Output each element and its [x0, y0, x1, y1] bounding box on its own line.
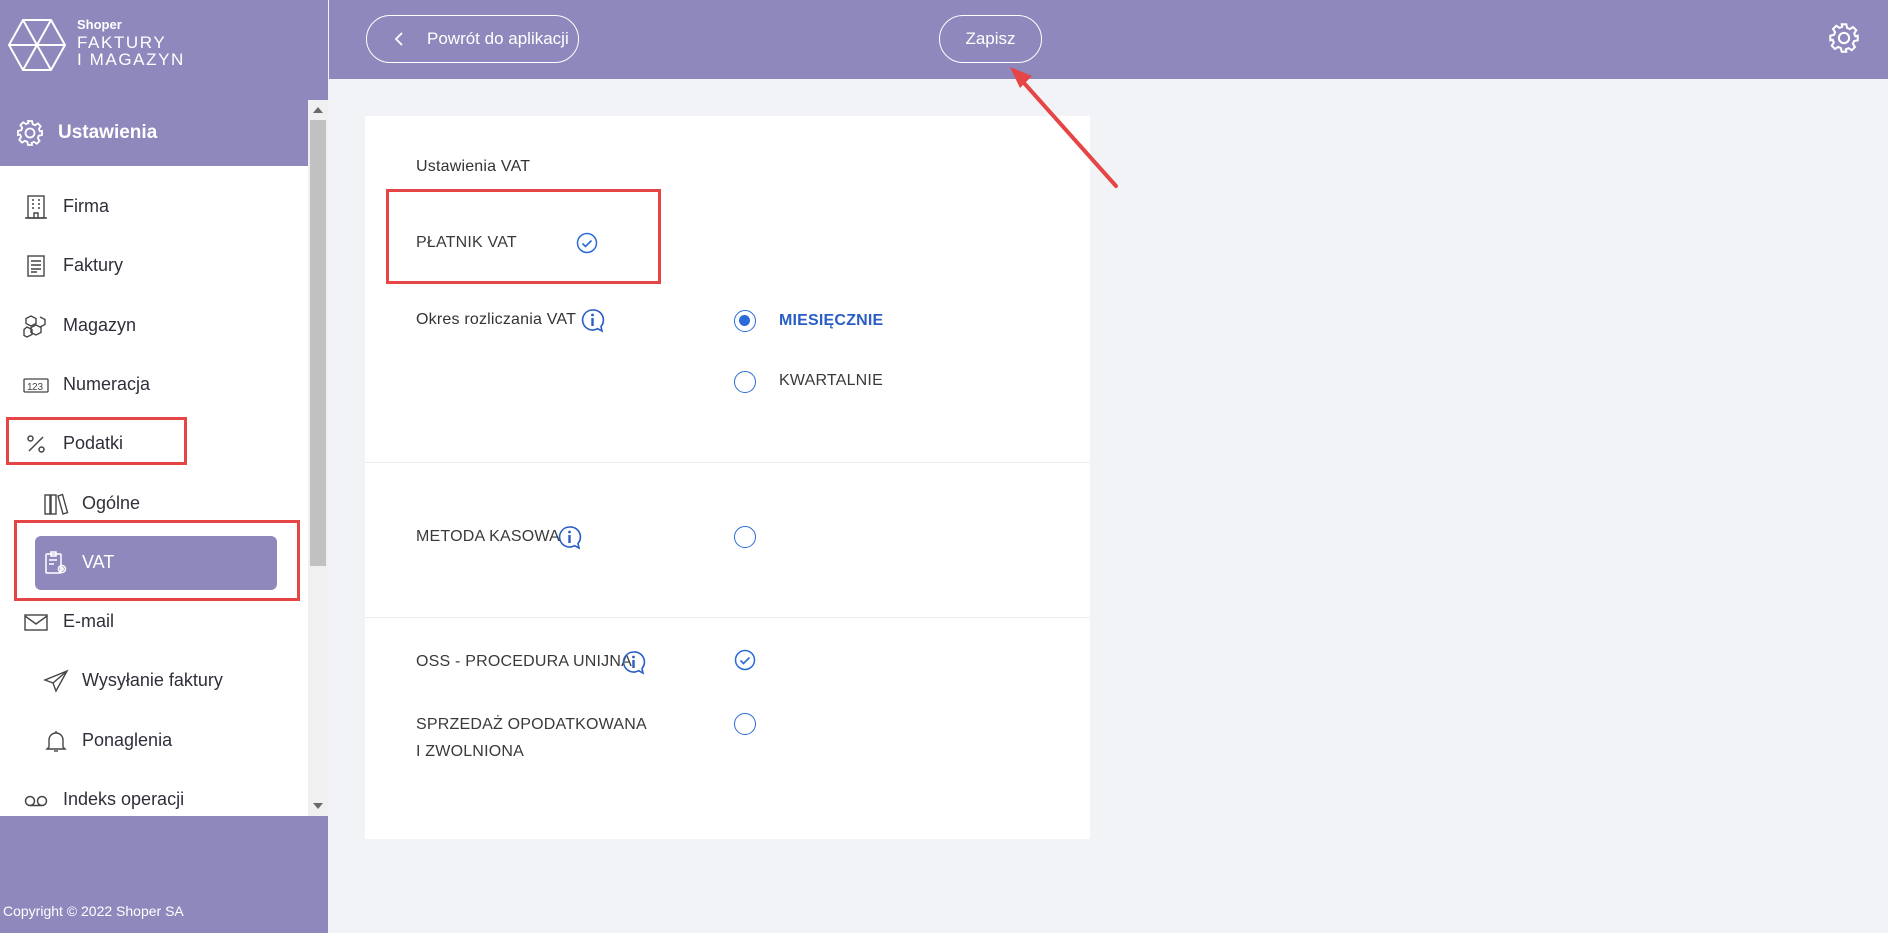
- sidebar-item-ponaglenia[interactable]: Ponaglenia: [0, 717, 300, 763]
- annotation-arrow: [1010, 67, 1118, 188]
- sidebar-item-magazyn[interactable]: Magazyn: [0, 302, 300, 348]
- sidebar-item-wysylanie-faktury[interactable]: Wysyłanie faktury: [0, 657, 300, 703]
- building-icon: [25, 195, 47, 219]
- sidebar-item-label: Wysyłanie faktury: [82, 670, 223, 690]
- okres-miesiecznie-radio[interactable]: [734, 310, 756, 332]
- vat-settings-heading: Ustawienia VAT: [416, 158, 531, 175]
- shoper-logo-icon[interactable]: [8, 18, 66, 72]
- sprzedaz-label-line1: SPRZEDAŻ OPODATKOWANA: [416, 716, 647, 733]
- info-icon[interactable]: [557, 525, 582, 550]
- voicemail-icon: [24, 795, 48, 807]
- sidebar-item-label: Ponaglenia: [82, 730, 173, 750]
- brand-small: Shoper: [77, 17, 122, 32]
- brand-line1: FAKTURY: [77, 33, 167, 52]
- gear-icon: [17, 120, 43, 146]
- brand-line2: I MAGAZYN: [77, 50, 185, 69]
- okres-kwartalnie-label[interactable]: KWARTALNIE: [779, 372, 883, 390]
- okres-miesiecznie-label[interactable]: MIESIĘCZNIE: [779, 312, 883, 330]
- settings-section-header[interactable]: Ustawienia: [0, 100, 308, 166]
- sidebar-item-label: Faktury: [63, 255, 124, 275]
- invoice-icon: [27, 255, 45, 277]
- metoda-kasowa-checkbox[interactable]: [734, 526, 756, 548]
- section-divider: [365, 462, 1090, 463]
- okres-kwartalnie-radio[interactable]: [734, 371, 756, 393]
- oss-label: OSS - PROCEDURA UNIJNA: [416, 653, 632, 670]
- save-button[interactable]: Zapisz: [939, 15, 1042, 63]
- settings-section-title: Ustawienia: [58, 122, 158, 143]
- section-divider: [365, 617, 1090, 618]
- sidebar-item-label: Magazyn: [63, 315, 137, 335]
- sidebar-item-label: E-mail: [63, 611, 115, 631]
- sidebar-item-label: Indeks operacji: [63, 789, 185, 809]
- sidebar-item-faktury[interactable]: Faktury: [0, 242, 300, 288]
- info-icon[interactable]: [621, 650, 646, 675]
- info-icon[interactable]: [580, 308, 605, 333]
- sidebar-item-email[interactable]: E-mail: [0, 598, 300, 644]
- boxes-icon: [23, 315, 46, 338]
- numbering-icon: 1 23: [23, 378, 49, 393]
- sidebar-footer: Copyright © 2022 Shoper SA: [0, 816, 328, 933]
- annotation-highlight-platnik: [386, 189, 661, 284]
- annotation-highlight-podatki: [6, 417, 187, 465]
- brand-header: Shoper FAKTURY I MAGAZYN: [0, 0, 328, 100]
- sprzedaz-checkbox[interactable]: [734, 713, 756, 735]
- sidebar-item-label: Firma: [63, 196, 109, 216]
- sidebar-item-label: Numeracja: [63, 374, 151, 394]
- okres-rozliczania-label: Okres rozliczania VAT: [416, 311, 577, 328]
- books-icon: [44, 493, 69, 515]
- sidebar-item-firma[interactable]: Firma: [0, 183, 300, 229]
- back-to-app-label: Powrót do aplikacji: [427, 29, 569, 48]
- oss-checkbox[interactable]: [734, 649, 756, 671]
- paper-plane-icon: [43, 669, 69, 693]
- sprzedaz-label-line2: I ZWOLNIONA: [416, 743, 524, 760]
- envelope-icon: [24, 614, 48, 631]
- bell-icon: [45, 731, 67, 752]
- annotation-highlight-vat: [14, 520, 300, 601]
- back-to-app-button[interactable]: Powrót do aplikacji: [366, 15, 579, 63]
- scroll-down-arrow-icon[interactable]: [313, 803, 323, 809]
- brand-name: Shoper FAKTURY I MAGAZYN: [77, 18, 185, 68]
- copyright-text: Copyright © 2022 Shoper SA: [3, 903, 184, 919]
- gear-icon[interactable]: [1828, 22, 1860, 54]
- scrollbar-thumb[interactable]: [310, 120, 326, 566]
- metoda-kasowa-label: METODA KASOWA: [416, 528, 560, 545]
- scroll-up-arrow-icon[interactable]: [313, 107, 323, 113]
- sidebar-item-numeracja[interactable]: 1 23 Numeracja: [0, 361, 300, 407]
- sidebar: Shoper FAKTURY I MAGAZYN Ustawienia Firm…: [0, 0, 328, 933]
- chevron-left-icon: [394, 32, 403, 46]
- sidebar-scrollbar[interactable]: [308, 100, 328, 816]
- sidebar-item-label: Ogólne: [82, 493, 141, 513]
- svg-text:23: 23: [32, 382, 44, 393]
